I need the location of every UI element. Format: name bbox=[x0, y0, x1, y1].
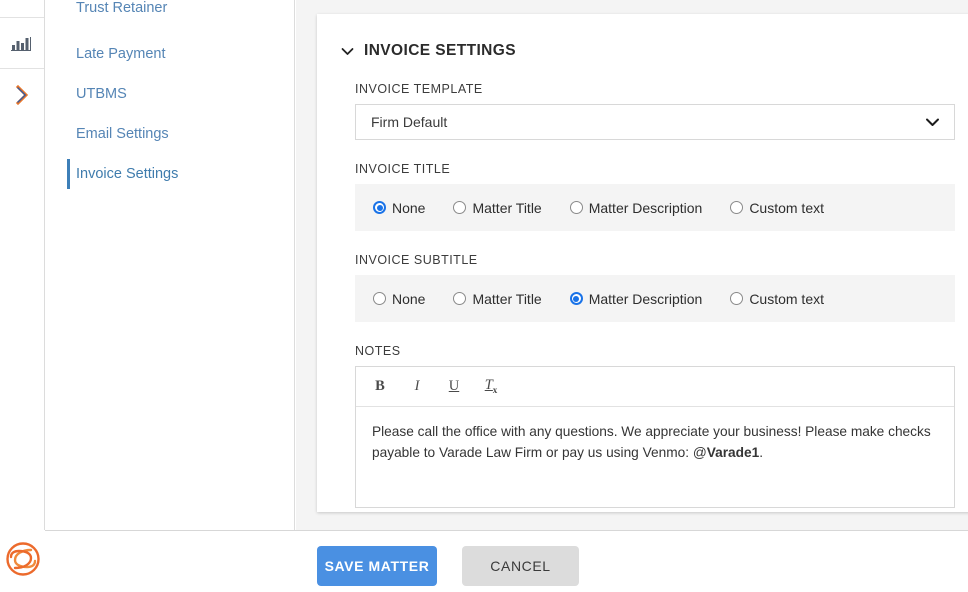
invoice-template-value: Firm Default bbox=[371, 114, 448, 130]
radio-label: Matter Description bbox=[588, 199, 703, 216]
cancel-button[interactable]: CANCEL bbox=[462, 546, 579, 586]
subnav-item-email-settings[interactable]: Email Settings bbox=[45, 114, 294, 154]
left-icon-rail bbox=[0, 0, 45, 530]
app-logo[interactable] bbox=[0, 531, 45, 592]
notes-text: Please call the office with any question… bbox=[372, 424, 931, 460]
chevron-down-icon[interactable] bbox=[341, 47, 354, 56]
radio-invoice-title-none[interactable]: None bbox=[373, 200, 425, 216]
radio-invoice-title-custom-text[interactable]: Custom text bbox=[730, 200, 824, 216]
italic-icon[interactable]: I bbox=[409, 379, 425, 394]
subnav-item-label: Trust Retainer bbox=[76, 0, 168, 16]
radio-invoice-subtitle-none[interactable]: None bbox=[373, 291, 425, 307]
radio-indicator[interactable] bbox=[569, 292, 583, 305]
save-matter-button[interactable]: SAVE MATTER bbox=[317, 546, 437, 586]
subnav-item-label: UTBMS bbox=[76, 86, 127, 102]
radio-indicator[interactable] bbox=[569, 201, 583, 214]
radio-label: Matter Title bbox=[472, 290, 542, 307]
chevron-right-icon bbox=[14, 84, 30, 106]
radio-indicator[interactable] bbox=[453, 201, 467, 214]
rail-cell-top bbox=[0, 0, 44, 18]
spiral-s-logo bbox=[4, 540, 42, 583]
notes-textarea[interactable]: Please call the office with any question… bbox=[356, 407, 954, 507]
bold-icon[interactable]: B bbox=[372, 379, 388, 394]
radio-invoice-title-matter-title[interactable]: Matter Title bbox=[453, 199, 542, 216]
underline-icon[interactable]: U bbox=[446, 379, 462, 394]
rail-item-expand[interactable] bbox=[0, 69, 44, 120]
subnav-item-late-payment[interactable]: Late Payment bbox=[45, 34, 294, 74]
subnav-item-label: Email Settings bbox=[76, 126, 169, 142]
notes-editor: B I U Tx Please call the office with any… bbox=[355, 366, 955, 508]
radio-label: Matter Description bbox=[588, 290, 703, 307]
field-invoice-template: INVOICE TEMPLATE Firm Default bbox=[355, 82, 955, 140]
radio-label: Custom text bbox=[749, 199, 825, 216]
radio-invoice-title-matter-description[interactable]: Matter Description bbox=[569, 199, 703, 216]
radio-indicator[interactable] bbox=[373, 292, 386, 305]
section-header[interactable]: INVOICE SETTINGS bbox=[341, 42, 968, 60]
notes-bold-text: Varade1 bbox=[706, 445, 760, 460]
radio-invoice-subtitle-matter-title[interactable]: Matter Title bbox=[453, 290, 542, 307]
radio-label: Custom text bbox=[749, 290, 825, 307]
invoice-title-radio-group: None Matter Title Matter Description Cus… bbox=[355, 184, 955, 231]
invoice-title-label: INVOICE TITLE bbox=[355, 162, 451, 176]
subnav-item-invoice-settings[interactable]: Invoice Settings bbox=[45, 154, 294, 194]
radio-indicator[interactable] bbox=[730, 201, 744, 214]
page-title: INVOICE SETTINGS bbox=[364, 42, 516, 59]
notes-text-tail: . bbox=[759, 445, 764, 460]
app-root: Trust Retainer Late Payment UTBMS Email … bbox=[0, 0, 968, 592]
remove-format-icon[interactable]: Tx bbox=[483, 378, 499, 395]
subnav-item-utbms[interactable]: UTBMS bbox=[45, 74, 294, 114]
subnav-item-trust-retainer[interactable]: Trust Retainer bbox=[45, 0, 294, 34]
field-notes: NOTES B I U Tx Please call the office wi… bbox=[355, 344, 955, 508]
field-invoice-subtitle: INVOICE SUBTITLE None Matter Title Matte… bbox=[355, 253, 955, 322]
radio-invoice-subtitle-matter-description[interactable]: Matter Description bbox=[569, 290, 703, 307]
invoice-subtitle-radio-group: None Matter Title Matter Description Cus… bbox=[355, 275, 955, 322]
invoice-subtitle-label: INVOICE SUBTITLE bbox=[355, 253, 478, 267]
settings-subnav: Trust Retainer Late Payment UTBMS Email … bbox=[45, 0, 295, 530]
radio-label: None bbox=[392, 199, 426, 216]
radio-indicator[interactable] bbox=[730, 292, 744, 305]
radio-indicator[interactable] bbox=[453, 292, 467, 305]
radio-label: Matter Title bbox=[472, 199, 542, 216]
notes-label: NOTES bbox=[355, 344, 401, 358]
radio-indicator[interactable] bbox=[373, 201, 386, 214]
footer-actions: SAVE MATTER CANCEL bbox=[45, 531, 968, 592]
invoice-settings-card: INVOICE SETTINGS INVOICE TEMPLATE Firm D… bbox=[317, 14, 968, 512]
rail-item-reports[interactable] bbox=[0, 18, 44, 69]
radio-invoice-subtitle-custom-text[interactable]: Custom text bbox=[730, 291, 824, 307]
radio-label: None bbox=[392, 290, 426, 307]
chevron-down-icon[interactable] bbox=[925, 114, 940, 130]
subnav-item-label: Late Payment bbox=[76, 46, 166, 62]
notes-toolbar: B I U Tx bbox=[356, 367, 954, 407]
invoice-template-select[interactable]: Firm Default bbox=[355, 104, 955, 140]
field-invoice-title: INVOICE TITLE None Matter Title Matter D… bbox=[355, 162, 955, 231]
invoice-template-label: INVOICE TEMPLATE bbox=[355, 82, 483, 96]
bar-chart-icon bbox=[11, 35, 33, 51]
subnav-item-label: Invoice Settings bbox=[76, 166, 179, 182]
